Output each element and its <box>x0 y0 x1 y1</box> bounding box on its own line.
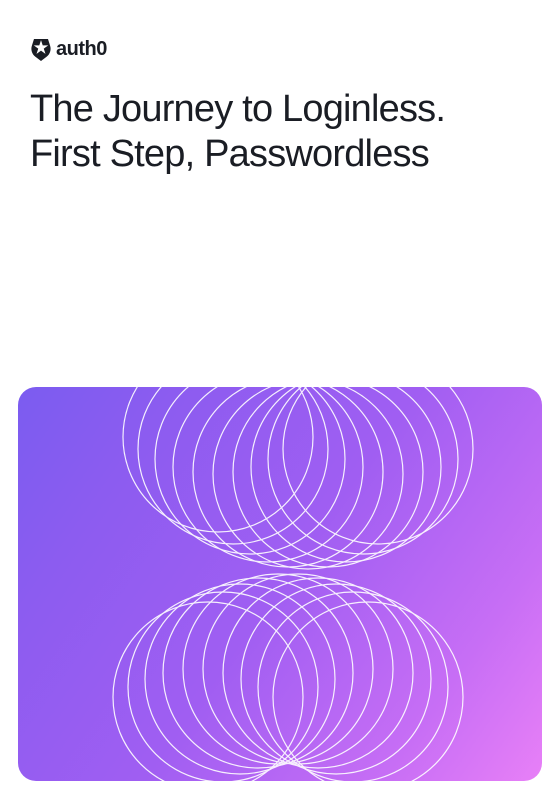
title-line-2: First Step, Passwordless <box>30 133 429 175</box>
title-line-1: The Journey to Loginless. <box>30 88 445 130</box>
document-title: The Journey to Loginless. First Step, Pa… <box>30 87 530 177</box>
spiral-circles-graphic <box>18 387 542 781</box>
brand-logo: auth0 <box>30 38 530 61</box>
auth0-shield-icon <box>30 39 52 61</box>
hero-graphic-card <box>18 387 542 781</box>
document-header: auth0 The Journey to Loginless. First St… <box>0 0 560 177</box>
brand-name: auth0 <box>56 38 107 61</box>
